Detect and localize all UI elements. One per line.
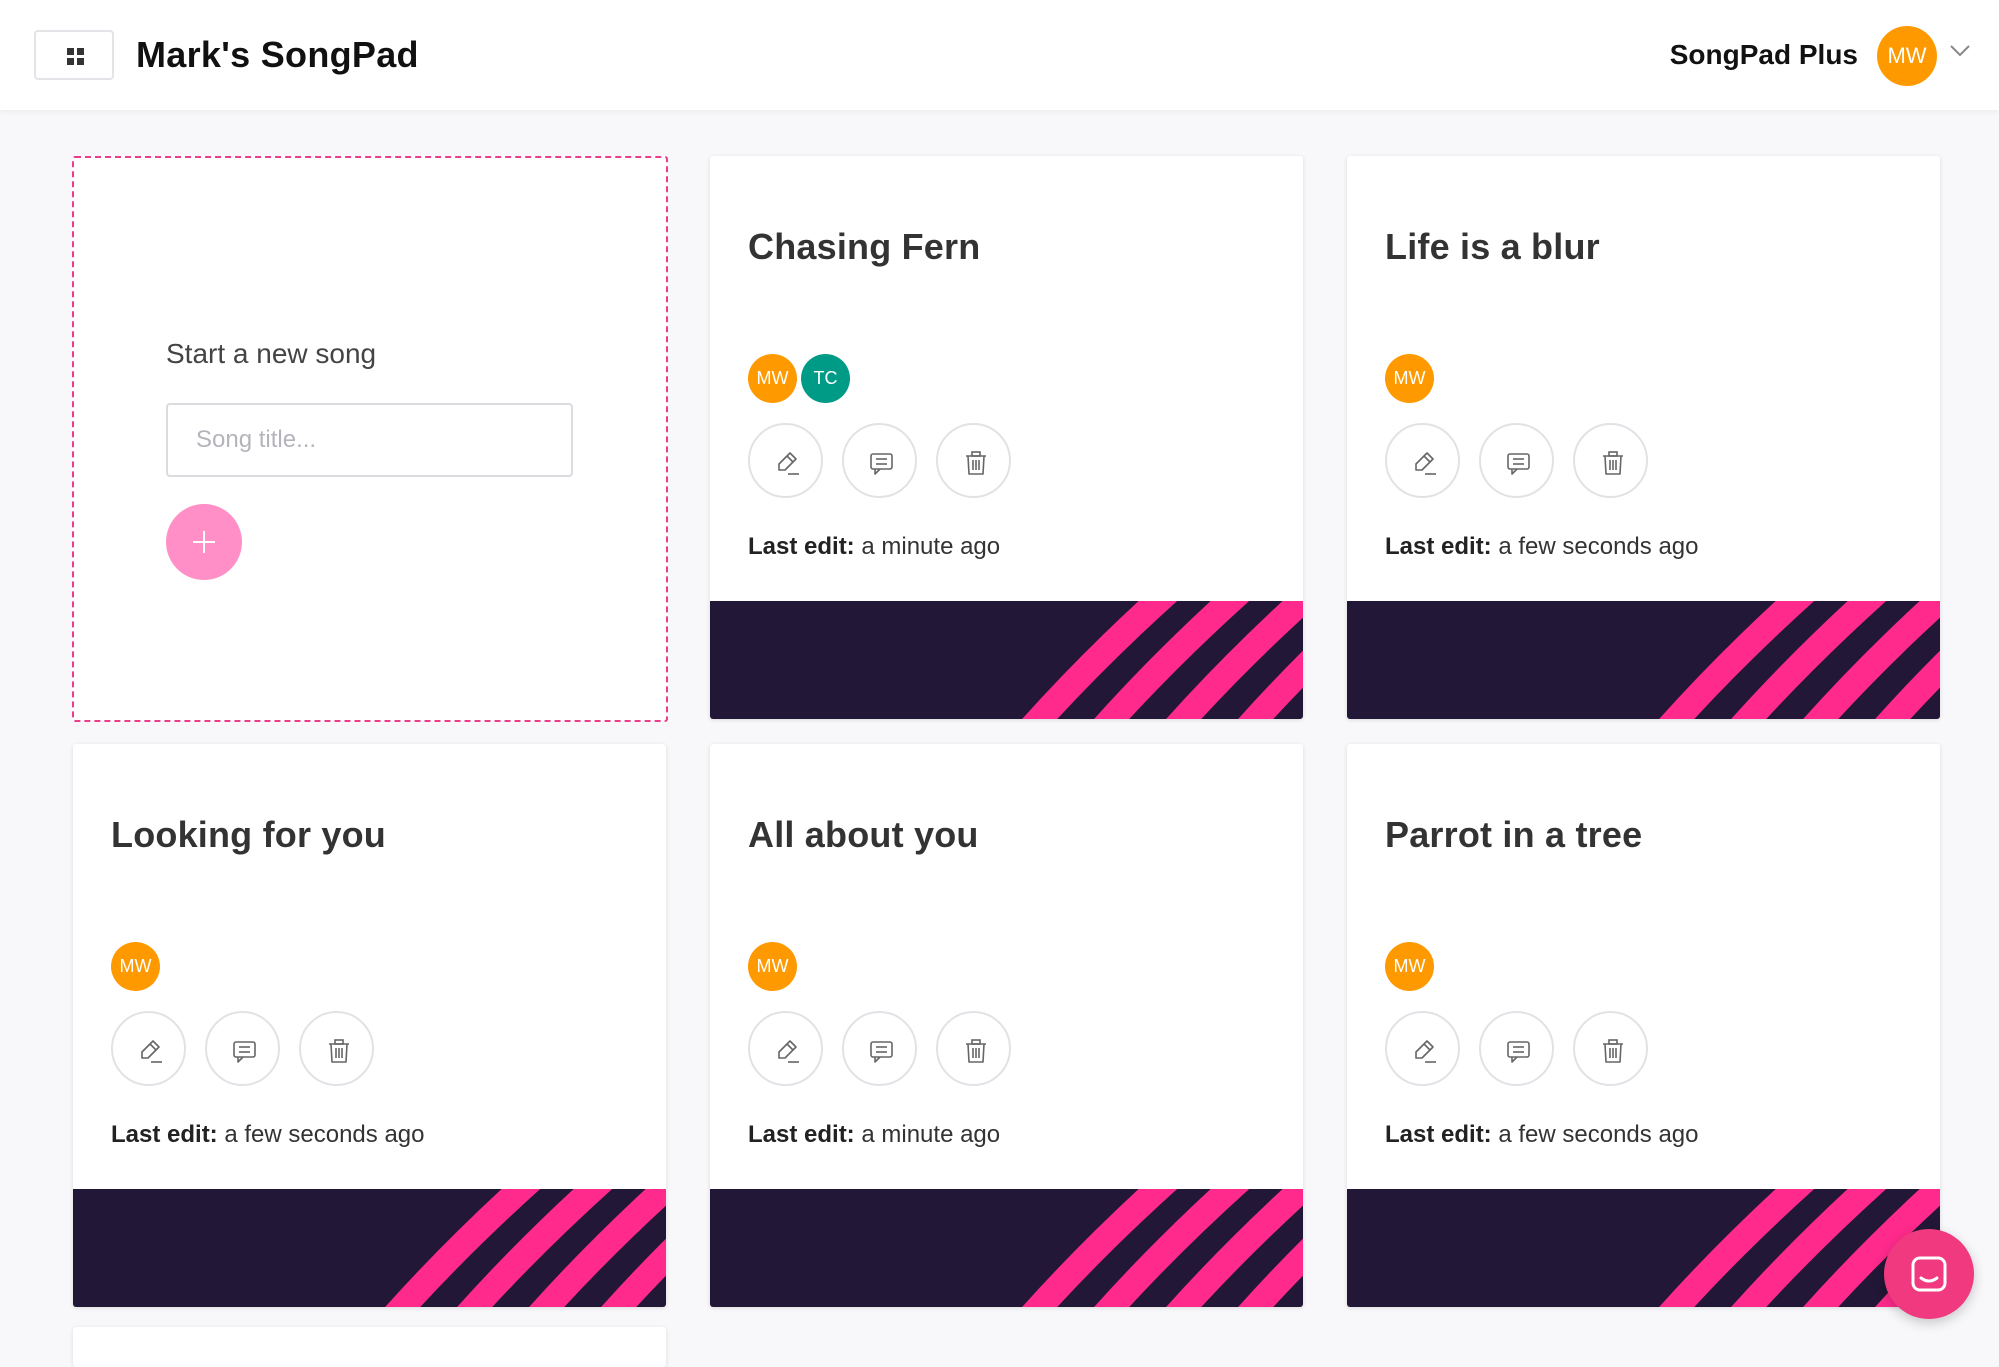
- user-avatar[interactable]: MW: [1877, 26, 1937, 86]
- plan-link[interactable]: SongPad Plus: [1670, 30, 1858, 80]
- comment-icon: [870, 1041, 893, 1063]
- last-edit-value: a few seconds ago: [1498, 1121, 1699, 1148]
- card-banner-wrap: [710, 1189, 1303, 1307]
- chat-button[interactable]: [1884, 1229, 1974, 1319]
- delete-button[interactable]: [936, 1011, 1011, 1086]
- collaborators: MW: [1385, 354, 1434, 404]
- last-edit-label: Last edit:: [1385, 1121, 1492, 1148]
- card-actions: [1385, 1011, 1648, 1086]
- card-banner-wrap: [710, 601, 1303, 719]
- trash-icon: [966, 1039, 986, 1063]
- pencil-icon: [1415, 452, 1436, 475]
- song-card[interactable]: Chasing Fern MW TC Last edit: a minute ago: [710, 156, 1303, 719]
- last-edit-value: a few seconds ago: [224, 1121, 425, 1148]
- app-header: Mark's SongPad SongPad Plus MW: [0, 0, 1999, 110]
- card-banner-wrap: [1347, 601, 1940, 719]
- last-edit-label: Last edit:: [748, 1121, 855, 1148]
- new-song-card: Start a new song: [72, 156, 668, 722]
- card-actions: [748, 423, 1011, 498]
- collaborator-avatar: MW: [748, 354, 797, 403]
- last-edit: Last edit: a minute ago: [748, 1120, 1000, 1150]
- edit-button[interactable]: [1385, 423, 1460, 498]
- collaborator-avatar: MW: [748, 942, 797, 991]
- last-edit-value: a few seconds ago: [1498, 533, 1699, 560]
- chat-icon: [1911, 1256, 1947, 1292]
- song-card[interactable]: Life is a blur MW Last edit: a few seconds…: [1347, 156, 1940, 719]
- trash-icon: [1603, 1039, 1623, 1063]
- card-actions: [111, 1011, 374, 1086]
- comment-icon: [1507, 1041, 1530, 1063]
- comment-icon: [233, 1041, 256, 1063]
- edit-button[interactable]: [111, 1011, 186, 1086]
- trash-icon: [329, 1039, 349, 1063]
- comments-button[interactable]: [842, 1011, 917, 1086]
- trash-icon: [966, 451, 986, 475]
- delete-button[interactable]: [1573, 423, 1648, 498]
- collaborator-avatar: MW: [111, 942, 160, 991]
- comments-button[interactable]: [1479, 423, 1554, 498]
- card-banner: [1347, 1189, 1940, 1307]
- collaborators: MW TC: [748, 354, 850, 404]
- edit-button[interactable]: [748, 423, 823, 498]
- last-edit: Last edit: a few seconds ago: [1385, 532, 1699, 562]
- edit-button[interactable]: [748, 1011, 823, 1086]
- song-title[interactable]: All about you: [748, 812, 979, 858]
- edit-button[interactable]: [1385, 1011, 1460, 1086]
- page-title: Mark's SongPad: [136, 34, 419, 75]
- trash-icon: [1603, 451, 1623, 475]
- card-actions: [1385, 423, 1648, 498]
- pencil-icon: [778, 1040, 799, 1063]
- comments-button[interactable]: [1479, 1011, 1554, 1086]
- last-edit-value: a minute ago: [861, 1121, 1001, 1148]
- add-song-button[interactable]: [166, 504, 242, 580]
- menu-button[interactable]: [34, 30, 114, 80]
- collaborators: MW: [111, 942, 160, 992]
- delete-button[interactable]: [1573, 1011, 1648, 1086]
- last-edit-label: Last edit:: [748, 533, 855, 560]
- card-banner: [710, 1189, 1303, 1307]
- pencil-icon: [1415, 1040, 1436, 1063]
- card-banner: [710, 601, 1303, 719]
- comment-icon: [1507, 453, 1530, 475]
- chevron-down-icon[interactable]: [1949, 44, 1971, 58]
- song-title[interactable]: Looking for you: [111, 812, 386, 858]
- card-banner: [1347, 601, 1940, 719]
- delete-button[interactable]: [936, 423, 1011, 498]
- collaborator-avatar: TC: [801, 354, 850, 403]
- song-card[interactable]: Parrot in a tree MW Last edit: a few secon…: [1347, 744, 1940, 1307]
- card-banner-wrap: [73, 1189, 666, 1307]
- grid-icon: [67, 48, 84, 65]
- card-banner: [73, 1189, 666, 1307]
- plus-icon: [193, 531, 215, 553]
- last-edit: Last edit: a few seconds ago: [111, 1120, 425, 1150]
- card-actions: [748, 1011, 1011, 1086]
- comments-button[interactable]: [842, 423, 917, 498]
- song-title[interactable]: Life is a blur: [1385, 224, 1600, 270]
- collaborator-avatar: MW: [1385, 354, 1434, 403]
- last-edit-label: Last edit:: [1385, 533, 1492, 560]
- last-edit-label: Last edit:: [111, 1121, 218, 1148]
- song-card[interactable]: Looking for you MW Last edit: a few second…: [73, 744, 666, 1307]
- last-edit: Last edit: a minute ago: [748, 532, 1000, 562]
- song-title[interactable]: Parrot in a tree: [1385, 812, 1642, 858]
- collaborators: MW: [1385, 942, 1434, 992]
- collaborators: MW: [748, 942, 797, 992]
- song-card[interactable]: All about you MW Last edit: a minute ago: [710, 744, 1303, 1307]
- collaborator-avatar: MW: [1385, 942, 1434, 991]
- pencil-icon: [141, 1040, 162, 1063]
- delete-button[interactable]: [299, 1011, 374, 1086]
- pencil-icon: [778, 452, 799, 475]
- card-banner-wrap: [1347, 1189, 1940, 1307]
- comments-button[interactable]: [205, 1011, 280, 1086]
- last-edit: Last edit: a few seconds ago: [1385, 1120, 1699, 1150]
- song-title[interactable]: Chasing Fern: [748, 224, 980, 270]
- last-edit-value: a minute ago: [861, 533, 1001, 560]
- song-card[interactable]: [73, 1327, 666, 1367]
- song-title-input[interactable]: [166, 403, 573, 477]
- comment-icon: [870, 453, 893, 475]
- new-song-label: Start a new song: [166, 338, 377, 369]
